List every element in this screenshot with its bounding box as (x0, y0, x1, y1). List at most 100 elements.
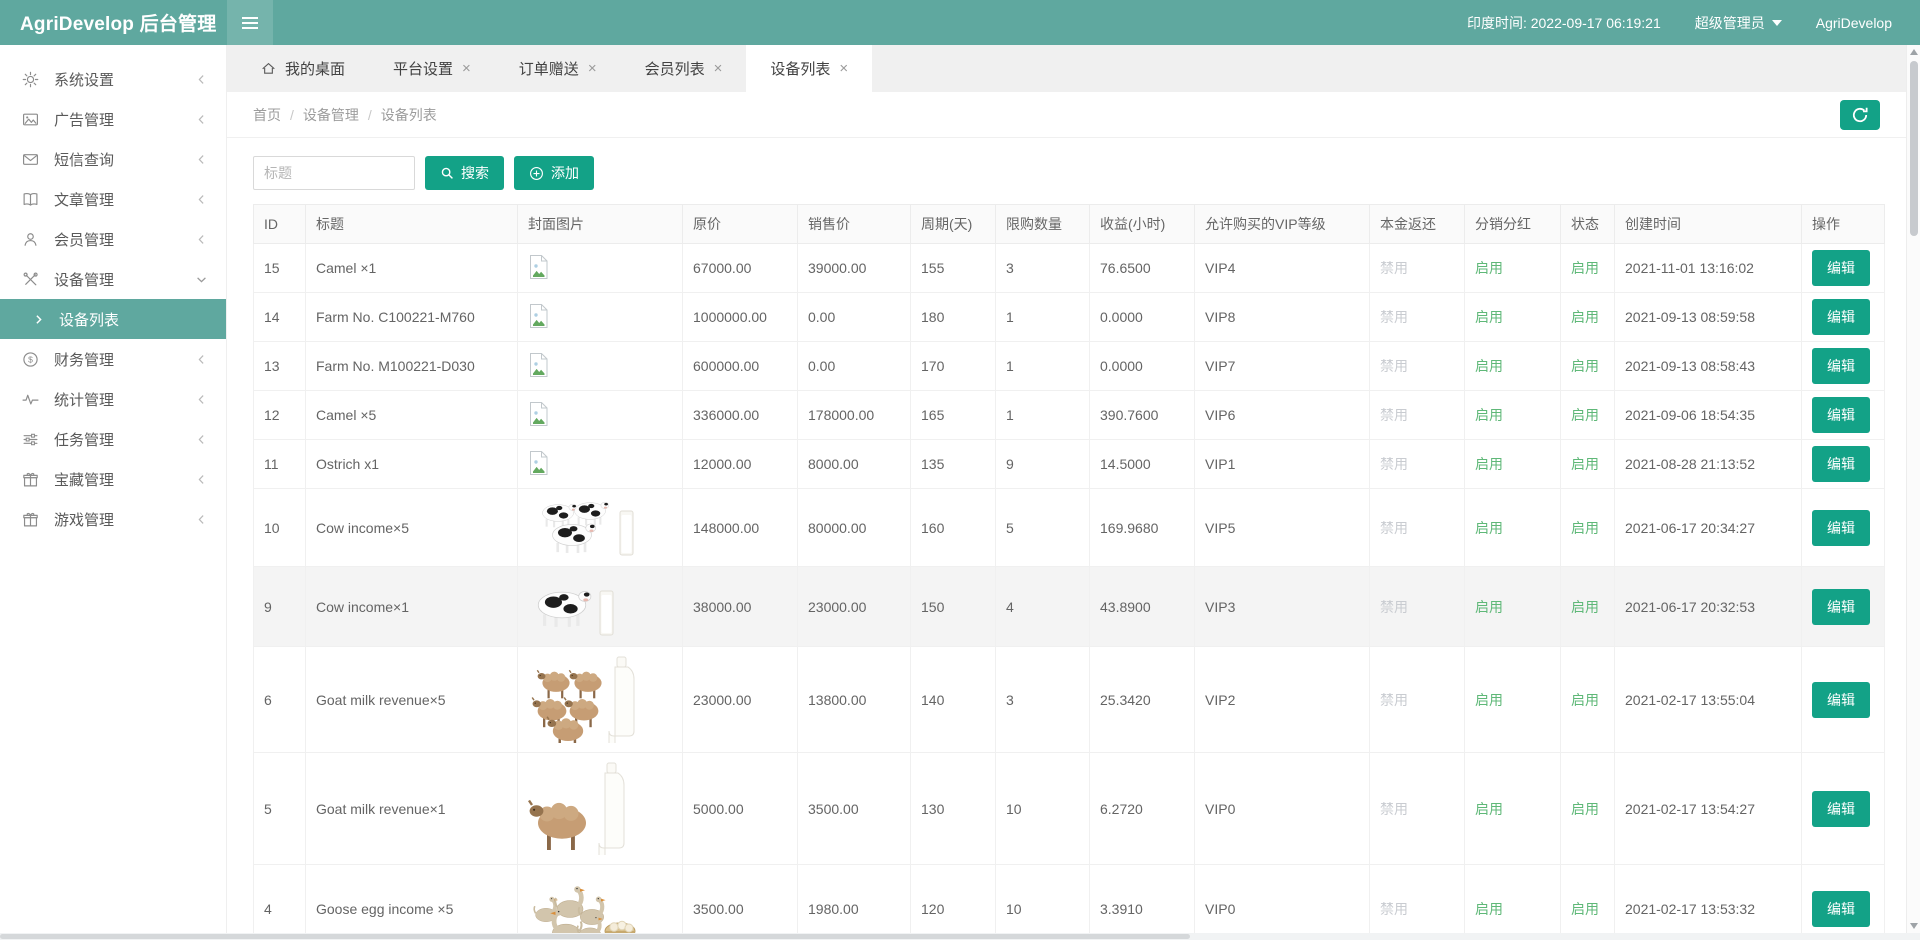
sidebar-item-文章管理[interactable]: 文章管理 (0, 179, 226, 219)
cell-id: 13 (254, 342, 306, 391)
edit-button[interactable]: 编辑 (1812, 348, 1870, 384)
plus-circle-icon (529, 166, 544, 181)
sidebar-item-系统设置[interactable]: 系统设置 (0, 59, 226, 99)
tab-会员列表[interactable]: 会员列表× (621, 45, 747, 92)
product-image (528, 573, 616, 637)
add-button[interactable]: 添加 (514, 156, 594, 190)
search-button[interactable]: 搜索 (425, 156, 504, 190)
vertical-scrollbar[interactable] (1906, 45, 1920, 933)
sidebar-item-label: 会员管理 (54, 229, 114, 250)
cell-income-per-hour: 6.2720 (1090, 753, 1195, 865)
chevron-down-icon (1772, 20, 1782, 26)
cell-vip-level: VIP0 (1195, 865, 1370, 940)
edit-button[interactable]: 编辑 (1812, 791, 1870, 827)
cell-actions: 编辑 (1802, 440, 1885, 489)
chevron-down-icon (195, 273, 208, 286)
tab-订单赠送[interactable]: 订单赠送 × (495, 45, 621, 92)
cell-vip-level: VIP4 (1195, 244, 1370, 293)
cell-sale-price: 178000.00 (798, 391, 911, 440)
cell-original-price: 336000.00 (683, 391, 798, 440)
cell-status: 启用 (1561, 647, 1615, 753)
cell-original-price: 148000.00 (683, 489, 798, 567)
cell-original-price: 5000.00 (683, 753, 798, 865)
edit-button[interactable]: 编辑 (1812, 397, 1870, 433)
product-image (528, 759, 630, 855)
pulse-icon (22, 391, 39, 408)
tab-label: 订单赠送 (519, 58, 579, 79)
cell-principal-return: 禁用 (1370, 865, 1465, 940)
horizontal-scrollbar[interactable] (0, 933, 1920, 940)
column-header: 本金返还 (1370, 205, 1465, 244)
sidebar-item-广告管理[interactable]: 广告管理 (0, 99, 226, 139)
cell-sale-price: 3500.00 (798, 753, 911, 865)
search-input[interactable] (253, 156, 415, 190)
tab-close-icon[interactable]: × (714, 61, 723, 76)
cell-income-per-hour: 14.5000 (1090, 440, 1195, 489)
cell-cover-image (518, 865, 683, 940)
content-panel: 搜索 添加 ID标题封面图片原价销售价周期(天)限购数量收益(小时)允许购买的V… (227, 138, 1906, 933)
cell-period-days: 170 (911, 342, 996, 391)
edit-button[interactable]: 编辑 (1812, 299, 1870, 335)
cell-actions: 编辑 (1802, 753, 1885, 865)
broken-image-icon (528, 254, 550, 280)
cell-distribution-dividend: 启用 (1465, 753, 1561, 865)
tab-平台设置[interactable]: 平台设置 × (369, 45, 495, 92)
hamburger-menu-icon[interactable] (227, 0, 273, 45)
horizontal-scrollbar-thumb[interactable] (0, 934, 1190, 939)
sidebar-subitem-设备列表[interactable]: 设备列表 (0, 299, 226, 339)
column-header: 封面图片 (518, 205, 683, 244)
cell-id: 6 (254, 647, 306, 753)
sidebar-item-任务管理[interactable]: 任务管理 (0, 419, 226, 459)
tab-close-icon[interactable]: × (839, 61, 848, 76)
breadcrumb-item[interactable]: 首页 (253, 107, 281, 123)
sidebar-item-财务管理[interactable]: $财务管理 (0, 339, 226, 379)
sidebar-item-设备管理[interactable]: 设备管理 (0, 259, 226, 299)
cell-period-days: 130 (911, 753, 996, 865)
breadcrumb-item[interactable]: 设备管理 (303, 107, 359, 123)
cell-title: Camel ×1 (306, 244, 518, 293)
edit-button[interactable]: 编辑 (1812, 446, 1870, 482)
mail-icon (22, 151, 39, 168)
cell-vip-level: VIP7 (1195, 342, 1370, 391)
cell-income-per-hour: 169.9680 (1090, 489, 1195, 567)
edit-button[interactable]: 编辑 (1812, 250, 1870, 286)
refresh-button[interactable] (1840, 100, 1880, 130)
chevron-left-icon (195, 393, 208, 406)
cell-sale-price: 23000.00 (798, 567, 911, 647)
sidebar-item-短信查询[interactable]: 短信查询 (0, 139, 226, 179)
sidebar-item-会员管理[interactable]: 会员管理 (0, 219, 226, 259)
vertical-scrollbar-thumb[interactable] (1910, 61, 1918, 236)
edit-button[interactable]: 编辑 (1812, 891, 1870, 927)
cell-distribution-dividend: 启用 (1465, 647, 1561, 753)
sidebar-item-宝藏管理[interactable]: 宝藏管理 (0, 459, 226, 499)
edit-button[interactable]: 编辑 (1812, 589, 1870, 625)
scroll-down-icon[interactable] (1910, 923, 1918, 929)
table-row: 4Goose egg income ×53500.001980.00120103… (254, 865, 1885, 940)
tab-close-icon[interactable]: × (588, 61, 597, 76)
tab-close-icon[interactable]: × (462, 61, 471, 76)
tab-设备列表[interactable]: 设备列表× (746, 45, 872, 92)
tab-label: 平台设置 (393, 58, 453, 79)
table-row: 11Ostrich x112000.008000.00135914.5000VI… (254, 440, 1885, 489)
scroll-up-icon[interactable] (1910, 49, 1918, 55)
column-header: 允许购买的VIP等级 (1195, 205, 1370, 244)
cell-distribution-dividend: 启用 (1465, 440, 1561, 489)
brand-link[interactable]: AgriDevelop (1816, 15, 1892, 31)
header-right: 印度时间: 2022-09-17 06:19:21 超级管理员 AgriDeve… (1467, 13, 1920, 33)
cell-status: 启用 (1561, 440, 1615, 489)
user-icon (22, 231, 39, 248)
tab-我的桌面[interactable]: 我的桌面 (237, 45, 369, 92)
edit-button[interactable]: 编辑 (1812, 682, 1870, 718)
cell-purchase-limit: 4 (996, 567, 1090, 647)
cell-created-at: 2021-06-17 20:32:53 (1615, 567, 1802, 647)
chevron-left-icon (195, 433, 208, 446)
cell-purchase-limit: 3 (996, 647, 1090, 753)
sidebar-item-统计管理[interactable]: 统计管理 (0, 379, 226, 419)
role-dropdown[interactable]: 超级管理员 (1695, 13, 1782, 33)
column-header: 操作 (1802, 205, 1885, 244)
refresh-icon (1851, 106, 1869, 124)
cell-principal-return: 禁用 (1370, 293, 1465, 342)
cell-title: Goat milk revenue×1 (306, 753, 518, 865)
sidebar-item-游戏管理[interactable]: 游戏管理 (0, 499, 226, 539)
edit-button[interactable]: 编辑 (1812, 510, 1870, 546)
